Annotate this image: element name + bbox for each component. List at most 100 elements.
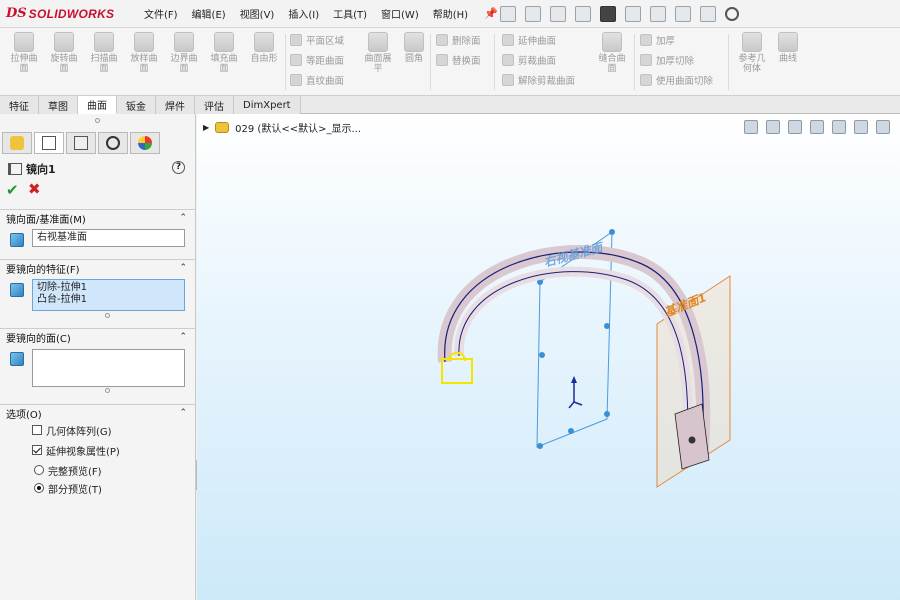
knit-surface-button[interactable]: 缝合曲 面: [592, 32, 632, 74]
extruded-surface-button[interactable]: 拉伸曲 面: [4, 32, 44, 74]
faces-to-mirror-list[interactable]: [32, 349, 185, 387]
cancel-button[interactable]: ✖: [28, 180, 41, 198]
tab-dimxpert[interactable]: DimXpert: [234, 96, 301, 114]
collapse-chevron-icon[interactable]: ⌃: [179, 263, 187, 273]
tab-sheet-metal[interactable]: 钣金: [117, 96, 156, 114]
revolved-surface-button[interactable]: 旋转曲 面: [44, 32, 84, 74]
partial-preview-option[interactable]: 部分预览(T): [34, 481, 102, 496]
full-preview-option[interactable]: 完整预览(F): [34, 463, 102, 478]
collapse-chevron-icon[interactable]: ⌃: [179, 408, 187, 418]
display-manager-tab[interactable]: [130, 132, 160, 154]
collapse-chevron-icon[interactable]: ⌃: [179, 332, 187, 342]
surface-flatten-button[interactable]: 曲面展 平: [358, 32, 398, 74]
options-section-header[interactable]: 选项(O) ⌃: [0, 404, 195, 422]
revolved-surface-icon: [54, 32, 74, 52]
new-document-icon[interactable]: [525, 6, 541, 22]
offset-surface-button[interactable]: 等距曲面: [290, 52, 344, 68]
rebuild-icon[interactable]: [675, 6, 691, 22]
list-resize-grip[interactable]: [105, 313, 110, 318]
graphics-area[interactable]: ▶ 029 (默认<<默认>_显示... 右视基准面 基准面1: [197, 114, 900, 600]
save-icon[interactable]: [575, 6, 591, 22]
tab-sketch[interactable]: 草图: [39, 96, 78, 114]
arch-band-inner: [453, 266, 693, 455]
panel-collapse-handle[interactable]: [95, 118, 100, 123]
replace-face-button[interactable]: 替换面: [436, 52, 481, 68]
extend-surface-button[interactable]: 延伸曲面: [502, 32, 556, 48]
menu-edit[interactable]: 编辑(E): [192, 6, 226, 21]
select-arrow-icon[interactable]: [650, 6, 666, 22]
planar-surface-button[interactable]: 平面区域: [290, 32, 344, 48]
ruled-surface-button[interactable]: 直纹曲面: [290, 72, 344, 88]
options-section-title: 选项(O): [6, 410, 42, 421]
delete-face-button[interactable]: 删除面: [436, 32, 481, 48]
cut-with-surface-button[interactable]: 使用曲面切除: [640, 72, 713, 88]
extruded-surface-icon: [14, 32, 34, 52]
configuration-manager-tab[interactable]: [66, 132, 96, 154]
faces-to-mirror-section-header[interactable]: 要镜向的面(C) ⌃: [0, 328, 195, 346]
thickened-cut-button[interactable]: 加厚切除: [640, 52, 694, 68]
open-folder-icon[interactable]: [550, 6, 566, 22]
full-preview-radio[interactable]: [34, 465, 44, 475]
print-icon[interactable]: [600, 6, 616, 22]
features-to-mirror-section-header[interactable]: 要镜向的特征(F) ⌃: [0, 259, 195, 277]
mirror-plane-field[interactable]: 右视基准面: [32, 229, 185, 247]
ds-logo-icon: DS: [6, 6, 27, 21]
fillet-button[interactable]: 圆角: [394, 32, 434, 64]
geometry-pattern-checkbox[interactable]: [32, 425, 42, 435]
dimxpert-manager-tab[interactable]: [98, 132, 128, 154]
mirror-feature-icon: [8, 163, 22, 175]
ribbon-separator: [285, 34, 286, 90]
untrim-surface-button[interactable]: 解除剪裁曲面: [502, 72, 575, 88]
curves-icon: [778, 32, 798, 52]
list-item[interactable]: 凸台-拉伸1: [37, 294, 180, 306]
menu-help[interactable]: 帮助(H): [433, 6, 468, 21]
trim-surface-icon: [502, 54, 514, 66]
freeform-button[interactable]: 自由形: [244, 32, 284, 64]
manager-tabs: [2, 132, 162, 154]
list-item[interactable]: 切除-拉伸1: [37, 282, 180, 294]
curves-button[interactable]: 曲线: [768, 32, 808, 64]
thicken-button[interactable]: 加厚: [640, 32, 675, 48]
triad-arrow: [571, 376, 577, 383]
features-to-mirror-list[interactable]: 切除-拉伸1 凸台-拉伸1: [32, 279, 185, 311]
menu-tools[interactable]: 工具(T): [333, 6, 367, 21]
ribbon-separator: [728, 34, 729, 90]
menu-window[interactable]: 窗口(W): [381, 6, 419, 21]
lofted-surface-icon: [134, 32, 154, 52]
solidworks-logo[interactable]: DS SOLIDWORKS: [0, 0, 130, 28]
mirror-plane-section-header[interactable]: 镜向面/基准面(M) ⌃: [0, 209, 195, 227]
boundary-surface-button[interactable]: 边界曲 面: [164, 32, 204, 74]
help-icon[interactable]: ?: [172, 161, 185, 174]
propagate-visual-checkbox[interactable]: [32, 445, 42, 455]
title-bar: DS SOLIDWORKS 文件(F) 编辑(E) 视图(V) 插入(I) 工具…: [0, 0, 900, 28]
collapse-chevron-icon[interactable]: ⌃: [179, 213, 187, 223]
ok-button[interactable]: ✔: [6, 181, 19, 199]
3d-model-view[interactable]: [197, 114, 900, 600]
trim-surface-button[interactable]: 剪裁曲面: [502, 52, 556, 68]
list-resize-grip[interactable]: [105, 388, 110, 393]
menu-insert[interactable]: 插入(I): [288, 6, 319, 21]
pin-menu-icon[interactable]: 📌: [484, 7, 498, 20]
gear-icon[interactable]: [725, 7, 739, 21]
propagate-visual-option[interactable]: 延伸视象属性(P): [32, 443, 120, 458]
menu-bar: 文件(F) 编辑(E) 视图(V) 插入(I) 工具(T) 窗口(W) 帮助(H…: [144, 6, 498, 21]
reference-geometry-button[interactable]: 参考几 何体: [732, 32, 772, 74]
filled-surface-button[interactable]: 填充曲 面: [204, 32, 244, 74]
tab-features[interactable]: 特征: [0, 96, 39, 114]
file-properties-icon[interactable]: [700, 6, 716, 22]
undo-icon[interactable]: [625, 6, 641, 22]
tab-evaluate[interactable]: 评估: [195, 96, 234, 114]
lofted-surface-button[interactable]: 放样曲 面: [124, 32, 164, 74]
command-manager-ribbon: 拉伸曲 面 旋转曲 面 扫描曲 面 放样曲 面 边界曲 面 填充曲 面 自由形 …: [0, 28, 900, 96]
geometry-pattern-option[interactable]: 几何体阵列(G): [32, 423, 112, 438]
tab-surfaces[interactable]: 曲面: [78, 96, 117, 114]
partial-preview-radio[interactable]: [34, 483, 44, 493]
surface-flatten-icon: [368, 32, 388, 52]
menu-file[interactable]: 文件(F): [144, 6, 178, 21]
feature-manager-tab[interactable]: [2, 132, 32, 154]
menu-view[interactable]: 视图(V): [240, 6, 275, 21]
tab-weldments[interactable]: 焊件: [156, 96, 195, 114]
swept-surface-button[interactable]: 扫描曲 面: [84, 32, 124, 74]
property-manager-tab[interactable]: [34, 132, 64, 154]
home-icon[interactable]: [500, 6, 516, 22]
